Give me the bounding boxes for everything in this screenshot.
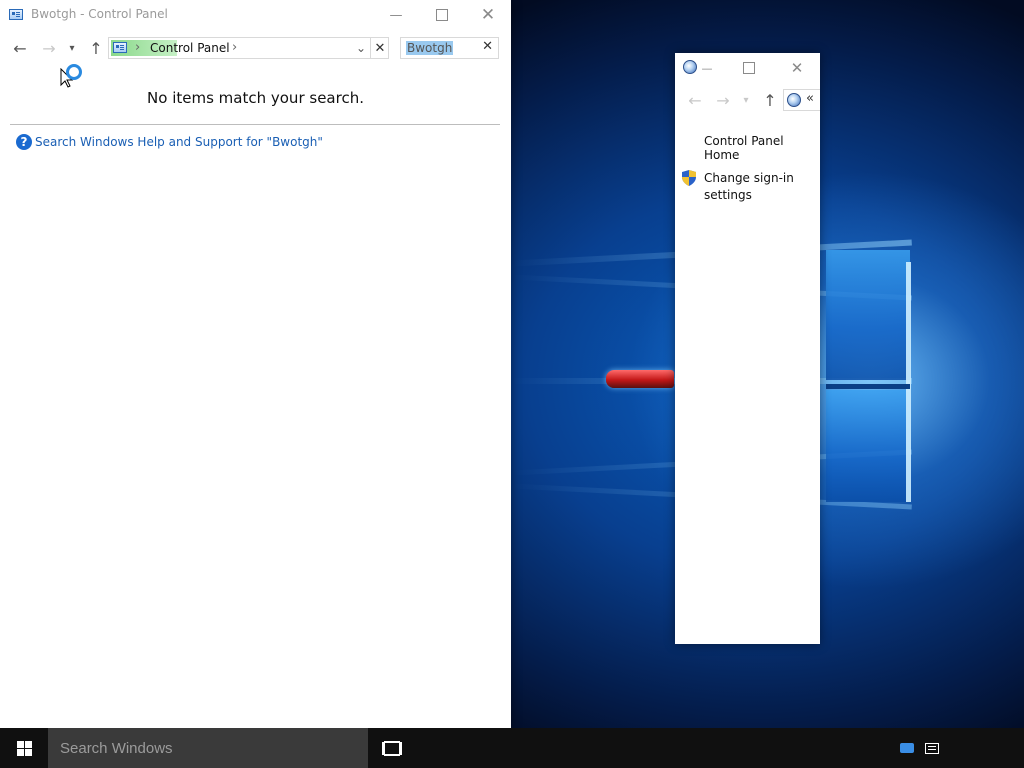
forward-button[interactable]: → xyxy=(38,37,60,59)
address-overflow[interactable]: « xyxy=(806,91,814,106)
close-button[interactable]: ✕ xyxy=(775,53,819,83)
maximize-icon xyxy=(436,9,448,21)
back-button[interactable]: ← xyxy=(9,37,31,59)
search-input[interactable]: Bwotgh xyxy=(406,41,454,55)
dragged-object xyxy=(606,370,674,388)
help-link-row[interactable]: ? Search Windows Help and Support for "B… xyxy=(16,133,323,150)
control-panel-icon xyxy=(113,42,127,53)
minimize-icon: — xyxy=(389,7,403,23)
back-button[interactable]: ← xyxy=(684,89,706,111)
maximize-button[interactable] xyxy=(729,53,769,83)
loading-ring-icon xyxy=(66,64,82,80)
chat-tray-button[interactable] xyxy=(896,728,918,768)
task-view-icon xyxy=(384,740,400,756)
control-panel-window[interactable]: Bwotgh - Control Panel — ✕ ← → ▾ ↑ › Con… xyxy=(0,0,511,728)
arrow-up-icon: ↑ xyxy=(89,38,103,58)
minimize-button[interactable]: — xyxy=(679,53,719,83)
maximize-button[interactable] xyxy=(419,0,465,30)
close-icon: ✕ xyxy=(790,59,804,77)
arrow-right-icon: → xyxy=(42,38,56,58)
breadcrumb-separator[interactable]: › xyxy=(232,40,237,55)
title-bar[interactable]: — ✕ xyxy=(675,53,820,83)
user-accounts-window[interactable]: — ✕ ← → ▾ ↑ « Control Panel Home Change … xyxy=(675,53,820,644)
task-view-button[interactable] xyxy=(372,728,412,768)
maximize-icon xyxy=(743,62,755,74)
arrow-up-icon: ↑ xyxy=(763,90,777,110)
breadcrumb-control-panel[interactable]: Control Panel xyxy=(150,41,230,55)
chevron-down-icon: ⌄ xyxy=(355,41,367,55)
address-dropdown-button[interactable]: ⌄ xyxy=(352,38,370,58)
minimize-icon: — xyxy=(701,61,713,75)
taskbar-search-placeholder: Search Windows xyxy=(60,739,173,757)
help-icon: ? xyxy=(16,133,32,150)
clear-search-button[interactable]: ✕ xyxy=(482,39,493,54)
arrow-left-icon: ← xyxy=(13,38,27,58)
globe-icon xyxy=(787,93,801,107)
title-bar[interactable]: Bwotgh - Control Panel — ✕ xyxy=(0,0,511,30)
close-icon: ✕ xyxy=(482,39,493,54)
control-panel-icon xyxy=(9,9,23,20)
close-icon: ✕ xyxy=(480,5,496,25)
recent-locations-button[interactable]: ▾ xyxy=(62,37,82,59)
close-button[interactable]: ✕ xyxy=(465,0,511,30)
minimize-button[interactable]: — xyxy=(373,0,419,30)
search-box[interactable]: Bwotgh ✕ xyxy=(400,37,499,59)
taskbar-search-box[interactable]: Search Windows xyxy=(48,728,368,768)
arrow-left-icon: ← xyxy=(688,90,702,110)
clear-address-button[interactable]: ✕ xyxy=(371,38,389,58)
uac-shield-icon xyxy=(682,170,696,186)
action-center-button[interactable] xyxy=(920,728,944,768)
help-link[interactable]: Search Windows Help and Support for "Bwo… xyxy=(35,135,323,149)
up-button[interactable]: ↑ xyxy=(759,89,781,111)
start-button[interactable] xyxy=(0,728,48,768)
empty-message: No items match your search. xyxy=(147,89,364,107)
address-bar[interactable]: › Control Panel › ⌄ ✕ xyxy=(108,37,389,59)
taskbar: Search Windows xyxy=(0,728,1024,768)
chevron-down-icon: ▾ xyxy=(743,94,749,106)
chevron-down-icon: ▾ xyxy=(69,42,75,54)
control-panel-home-link[interactable]: Control Panel Home xyxy=(704,134,820,162)
recent-locations-button[interactable]: ▾ xyxy=(737,89,755,111)
divider xyxy=(10,124,500,125)
chat-bubble-icon xyxy=(900,743,914,753)
breadcrumb-separator: › xyxy=(135,40,141,55)
close-icon: ✕ xyxy=(374,40,386,56)
forward-button[interactable]: → xyxy=(712,89,734,111)
change-signin-settings-link[interactable]: Change sign-in settings xyxy=(704,170,814,204)
window-title: Bwotgh - Control Panel xyxy=(31,7,168,21)
windows-logo-icon xyxy=(16,740,32,756)
address-bar[interactable]: « xyxy=(783,89,820,111)
arrow-right-icon: → xyxy=(716,90,730,110)
notifications-icon xyxy=(925,742,939,754)
up-button[interactable]: ↑ xyxy=(85,37,107,59)
